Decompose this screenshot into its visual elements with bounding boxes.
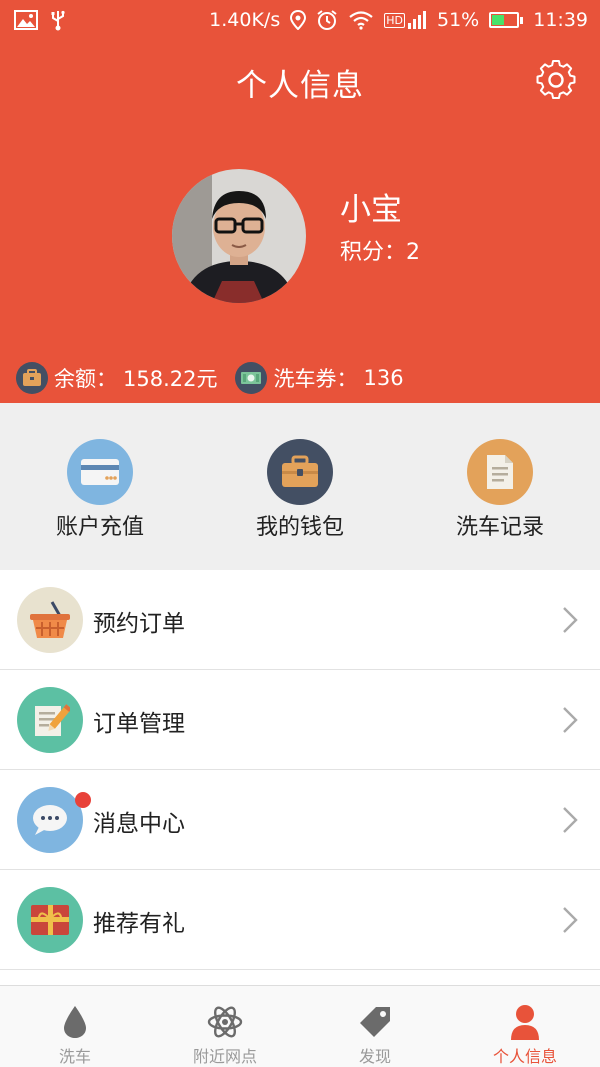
network-speed: 1.40K/s [209,9,281,31]
water-drop-icon [55,1002,95,1041]
gift-icon [17,887,83,953]
edit-note-icon [17,687,83,753]
menu-item-reservations[interactable]: 预约订单 [0,570,600,670]
chat-bubble-icon [17,787,83,853]
wallet-icon [267,439,333,505]
voucher-value: 136 [363,366,404,390]
basket-icon [17,587,83,653]
battery-icon [489,12,524,28]
wallet-button[interactable]: 我的钱包 [200,403,400,570]
menu-label: 推荐有礼 [93,911,185,937]
page-title: 个人信息 [236,68,364,104]
title-bar: 个人信息 [0,52,600,108]
menu-label: 订单管理 [93,711,185,737]
wifi-icon [348,10,374,30]
signal-icon: HD [384,11,427,29]
bottom-tab-bar: 洗车 附近网点 发现 个人信息 [0,985,600,1067]
atom-icon [205,1002,245,1041]
card-icon [67,439,133,505]
balance-bar: 余额： 158.22元 洗车券： 136 [16,362,422,394]
balance-label: 余额： [54,367,117,391]
menu-label: 消息中心 [93,811,185,837]
status-bar: 1.40K/s HD 51% 11:39 [0,0,600,40]
battery-percent: 51% [437,9,480,31]
recharge-button[interactable]: 账户充值 [0,403,200,570]
location-icon [290,10,307,30]
recharge-label: 账户充值 [55,515,144,540]
points: 积分：2 [340,234,420,266]
tab-label: 发现 [358,1047,391,1066]
tab-label: 附近网点 [192,1047,257,1066]
menu-label: 预约订单 [93,611,185,637]
gear-icon[interactable] [534,58,578,102]
points-value: 2 [406,240,421,265]
tag-icon [355,1002,395,1041]
voucher[interactable]: 洗车券： 136 [235,362,404,394]
voucher-label: 洗车券： [273,367,358,391]
alarm-icon [316,9,338,31]
tab-label: 洗车 [58,1047,91,1066]
tab-label: 个人信息 [492,1047,557,1066]
cash-icon [235,362,268,394]
profile-header: 1.40K/s HD 51% 11:39 个人信息 小宝 积分：2 余额： 15… [0,0,600,403]
gallery-icon [14,10,38,30]
tab-car-wash[interactable]: 洗车 [0,986,150,1067]
chevron-right-icon [563,707,578,733]
balance[interactable]: 余额： 158.22元 [16,362,217,394]
wash-records-label: 洗车记录 [455,515,544,540]
wallet-label: 我的钱包 [255,515,344,540]
notification-badge [75,792,91,808]
avatar[interactable] [172,169,306,303]
balance-value: 158.22元 [123,367,218,391]
tab-profile[interactable]: 个人信息 [450,986,600,1067]
wash-records-button[interactable]: 洗车记录 [400,403,600,570]
tab-discover[interactable]: 发现 [300,986,450,1067]
points-label: 积分： [340,240,407,265]
chevron-right-icon [563,607,578,633]
menu-item-messages[interactable]: 消息中心 [0,770,600,870]
person-icon [505,1002,545,1041]
usb-icon [50,9,66,31]
quick-actions: 账户充值 我的钱包 洗车记录 [0,403,600,570]
user-name: 小宝 [340,192,402,228]
clock: 11:39 [533,9,588,31]
menu-list: 预约订单 订单管理 消息中心 推荐有礼 [0,570,600,970]
menu-item-order-management[interactable]: 订单管理 [0,670,600,770]
chevron-right-icon [563,907,578,933]
document-icon [467,439,533,505]
chevron-right-icon [563,807,578,833]
wallet-icon [16,362,48,394]
menu-item-referral[interactable]: 推荐有礼 [0,870,600,970]
tab-nearby[interactable]: 附近网点 [150,986,300,1067]
